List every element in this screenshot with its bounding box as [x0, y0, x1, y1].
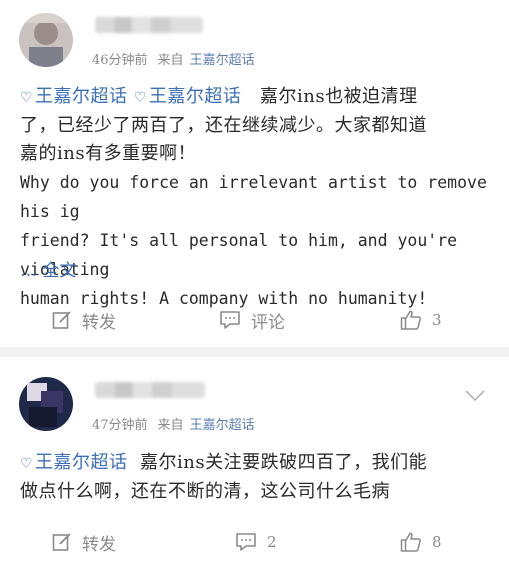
post-text: friend? It's all personal to him, and yo…	[20, 231, 458, 279]
avatar[interactable]	[19, 377, 73, 431]
repost-icon	[52, 533, 71, 551]
thumbs-up-icon	[400, 532, 421, 552]
post-body: ♡ 王嘉尔超话 ♡ 王嘉尔超话 嘉尔ins也被迫清理 了，已经少了两百了，还在继续减…	[20, 83, 490, 313]
post-text: 了，已经少了两百了，还在继续减少。大家都知道	[20, 115, 427, 136]
post-text: Why do you force an irrelevant artist to…	[20, 173, 487, 221]
diamond-icon: ♡	[133, 90, 147, 106]
post-card-2: 47分钟前 来自 王嘉尔超话 ♡ 王嘉尔超话 嘉尔ins关注要跌破四百了，我们能 做点…	[0, 357, 509, 561]
from-label: 来自	[157, 53, 184, 68]
repost-icon	[52, 311, 71, 329]
read-more-link[interactable]: … 全文	[20, 256, 76, 281]
comment-button[interactable]: 评论	[219, 305, 285, 335]
post-text: 嘉的ins有多重要啊！	[20, 143, 197, 164]
diamond-icon: ♡	[20, 90, 34, 106]
post-source-link[interactable]: 王嘉尔超话	[190, 53, 255, 68]
like-button[interactable]: 3	[400, 305, 442, 335]
avatar[interactable]	[19, 13, 73, 67]
diamond-icon: ♡	[20, 456, 34, 472]
post-text: 做点什么啊，还在不断的清，这公司什么毛病	[20, 481, 390, 502]
comment-icon	[236, 533, 256, 551]
from-label: 来自	[157, 418, 184, 433]
post-time: 47分钟前	[92, 418, 148, 433]
post-text: 嘉尔ins关注要跌破四百了，我们能	[140, 452, 428, 473]
like-count: 3	[432, 311, 442, 329]
like-count: 8	[432, 533, 442, 551]
username-blurred[interactable]	[95, 17, 203, 33]
supertopic-tag[interactable]: ♡ 王嘉尔超话	[20, 86, 128, 107]
repost-label: 转发	[82, 312, 116, 333]
like-button[interactable]: 8	[400, 527, 442, 557]
post-actions: 转发 评论 3	[0, 305, 509, 335]
thumbs-up-icon	[400, 310, 421, 330]
supertopic-tag[interactable]: ♡ 王嘉尔超话	[20, 452, 128, 473]
post-time: 46分钟前	[92, 53, 148, 68]
repost-button[interactable]: 转发	[52, 305, 116, 335]
comment-icon	[220, 311, 240, 329]
post-meta: 46分钟前 来自 王嘉尔超话	[92, 49, 255, 68]
post-text: 嘉尔ins也被迫清理	[260, 86, 418, 107]
post-card-1: 46分钟前 来自 王嘉尔超话 ♡ 王嘉尔超话 ♡ 王嘉尔超话 嘉尔ins也被迫清理 了，…	[0, 0, 509, 347]
supertopic-tag[interactable]: ♡ 王嘉尔超话	[134, 86, 242, 107]
comment-count: 2	[267, 533, 277, 551]
chevron-down-icon[interactable]	[465, 387, 485, 406]
post-body: ♡ 王嘉尔超话 嘉尔ins关注要跌破四百了，我们能 做点什么啊，还在不断的清，这公…	[20, 449, 490, 506]
comment-button[interactable]: 2	[235, 527, 277, 557]
repost-label: 转发	[82, 534, 116, 555]
post-actions: 转发 2 8	[0, 527, 509, 557]
post-source-link[interactable]: 王嘉尔超话	[190, 418, 255, 433]
repost-button[interactable]: 转发	[52, 527, 116, 557]
comment-label: 评论	[251, 312, 285, 333]
username-blurred[interactable]	[95, 382, 205, 398]
post-meta: 47分钟前 来自 王嘉尔超话	[92, 414, 255, 433]
